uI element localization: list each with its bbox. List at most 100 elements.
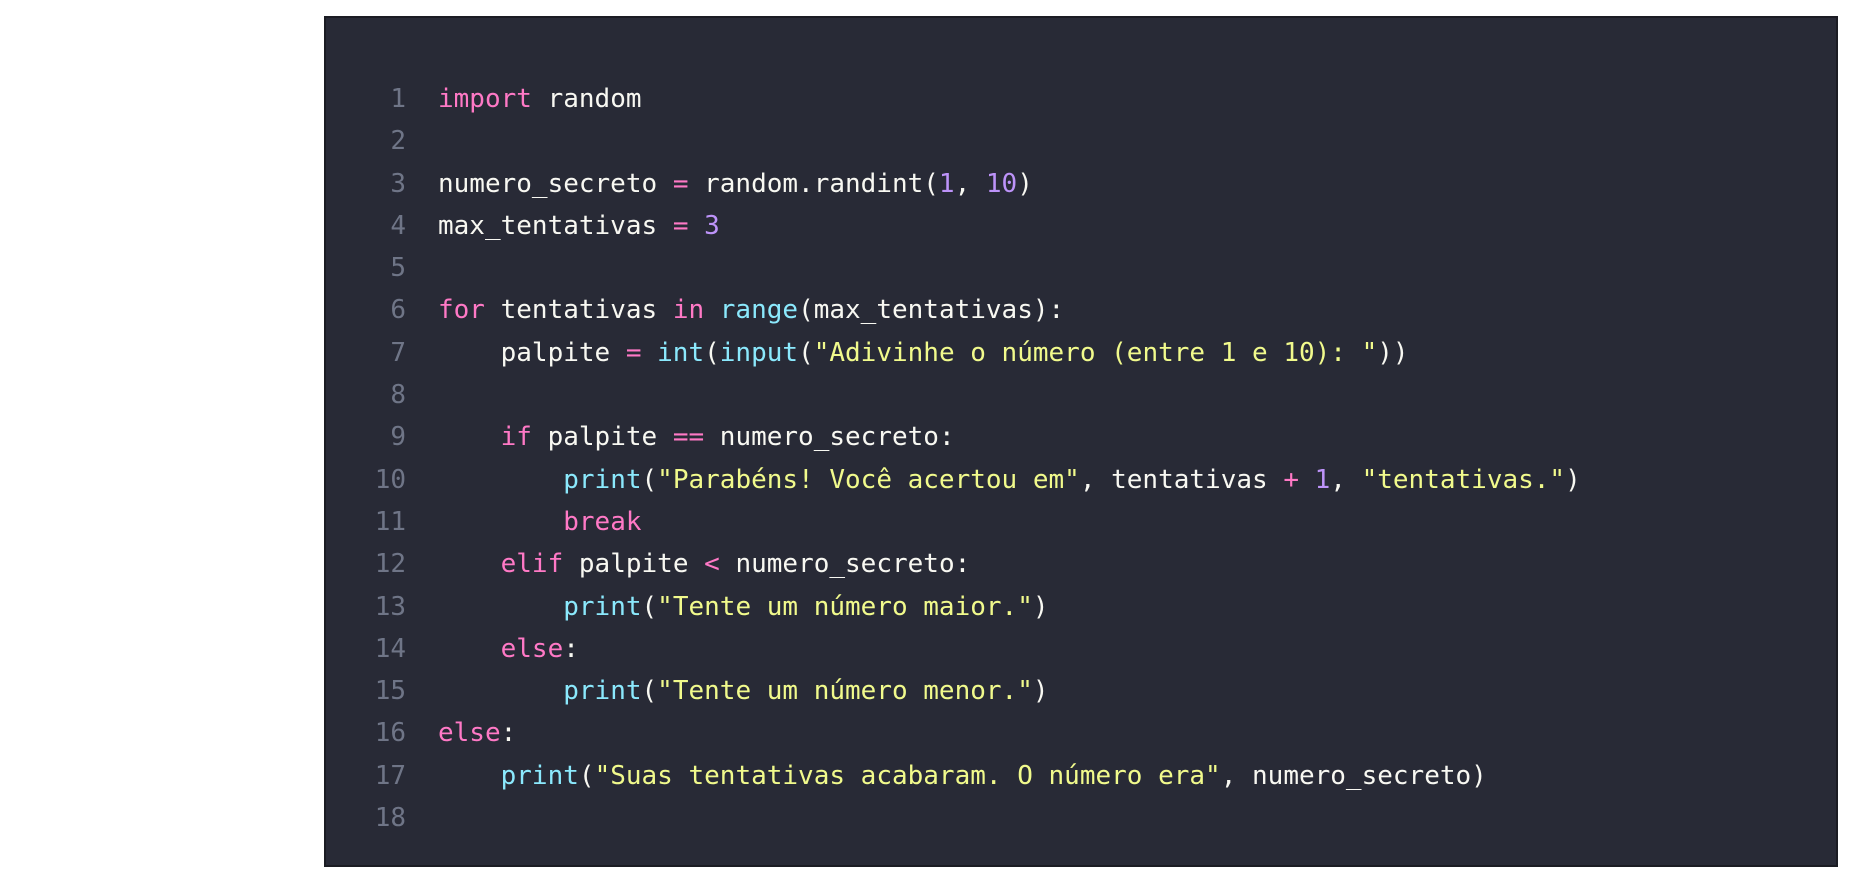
line-number: 3 [390, 168, 406, 199]
code-token-operator: < [704, 549, 720, 580]
line-number: 2 [390, 126, 406, 157]
code-line: 8 [326, 374, 1836, 416]
line-code: print("Suas tentativas acabaram. O númer… [438, 755, 1836, 797]
line-code: import random [438, 78, 1836, 120]
code-line: 2 [326, 120, 1836, 162]
code-token-builtin: print [500, 760, 579, 791]
line-code: else: [438, 628, 1836, 670]
code-token-string: "Tente um número menor." [657, 676, 1033, 707]
code-token-keyword: if [500, 422, 532, 453]
code-token-text: : [563, 633, 579, 664]
code-line: 12 elif palpite < numero_secreto: [326, 543, 1836, 585]
code-token-builtin: print [563, 591, 642, 622]
code-token-string: "Adivinhe o número (entre 1 e 10): " [813, 337, 1378, 368]
code-token-text: )) [1377, 337, 1409, 368]
code-line: 3 numero_secreto = random.randint(1, 10) [326, 163, 1836, 205]
line-code: for tentativas in range(max_tentativas): [438, 289, 1836, 331]
code-token-text: ( [641, 591, 658, 622]
code-token-builtin: input [719, 337, 799, 368]
code-token-keyword: for [438, 295, 485, 326]
line-number: 8 [390, 380, 406, 411]
code-token-text: ) [1032, 676, 1049, 707]
line-code: max_tentativas = 3 [438, 205, 1836, 247]
code-line: 10 print("Parabéns! Você acertou em", te… [326, 459, 1836, 501]
code-token-text: , [1330, 464, 1362, 495]
line-number: 14 [374, 633, 406, 664]
line-code: else: [438, 712, 1836, 754]
code-token-builtin: int [657, 337, 705, 368]
code-token-text: max_tentativas [438, 210, 673, 241]
code-token-string: "tentativas." [1361, 464, 1566, 495]
code-line: 5 [326, 247, 1836, 289]
code-token-text: numero_secreto [438, 168, 673, 199]
code-line: 16 else: [326, 712, 1836, 754]
code-token-operator: + [1283, 464, 1299, 495]
code-token-builtin: range [719, 295, 799, 326]
code-token-keyword: else [438, 718, 501, 749]
code-token-string: "Tente um número maior." [657, 591, 1033, 622]
line-code: print("Tente um número maior.") [438, 586, 1836, 628]
line-number: 17 [374, 760, 406, 791]
code-token-operator: = [672, 168, 689, 199]
code-line: 4 max_tentativas = 3 [326, 205, 1836, 247]
code-token-number: 3 [704, 210, 720, 241]
code-line: 18 [326, 797, 1836, 839]
line-number: 4 [390, 210, 406, 241]
code-token-builtin: print [563, 464, 642, 495]
code-token-text: ( [704, 337, 720, 368]
code-token-string: "Parabéns! Você acertou em" [657, 464, 1080, 495]
code-token-operator: = [672, 210, 689, 241]
code-token-text: ) [1017, 168, 1033, 199]
code-token-operator: = [625, 337, 642, 368]
code-token-text: ( [578, 760, 595, 791]
code-line: 1 import random [326, 78, 1836, 120]
line-number: 5 [390, 253, 406, 284]
code-editor-panel[interactable]: 1 import random 2 3 numero_secreto = random.… [324, 16, 1838, 867]
line-number: 9 [390, 422, 406, 453]
line-code: numero_secreto = random.randint(1, 10) [438, 163, 1836, 205]
code-token-text: random.randint( [688, 168, 939, 199]
code-line: 7 palpite = int(input("Adivinhe o número… [326, 332, 1836, 374]
code-line: 6 for tentativas in range(max_tentativas)… [326, 289, 1836, 331]
code-line: 17 print("Suas tentativas acabaram. O nú… [326, 755, 1836, 797]
code-token-text: ) [1032, 591, 1049, 622]
line-code: print("Tente um número menor.") [438, 670, 1836, 712]
line-number: 1 [390, 84, 406, 114]
code-token-text: , numero_secreto) [1220, 760, 1487, 791]
code-token-text: (max_tentativas): [798, 295, 1065, 326]
code-token-string: "Suas tentativas acabaram. O número era" [594, 760, 1221, 791]
code-token-text: palpite [438, 337, 626, 368]
code-token-keyword: break [563, 506, 642, 537]
line-number: 6 [390, 295, 406, 326]
line-number: 10 [374, 464, 406, 495]
line-code: if palpite == numero_secreto: [438, 416, 1836, 458]
line-number: 15 [374, 676, 406, 707]
line-number: 18 [374, 803, 406, 834]
line-number: 16 [374, 718, 406, 749]
code-token-text: , [954, 168, 986, 199]
code-token-number: 10 [985, 168, 1018, 199]
code-token-text: : [500, 718, 517, 749]
code-token-text: , tentativas [1079, 464, 1284, 495]
code-token-text: ( [798, 337, 814, 368]
code-lines: 1 import random 2 3 numero_secreto = random.… [326, 78, 1836, 839]
code-token-text: tentativas [484, 295, 673, 326]
code-token-number: 1 [1314, 464, 1331, 495]
code-token-text: ( [641, 464, 658, 495]
code-token-text: ) [1565, 464, 1581, 495]
code-token-text: palpite [531, 422, 673, 453]
code-line: 14 else: [326, 628, 1836, 670]
code-token-keyword: elif [500, 549, 564, 580]
code-token-keyword: in [672, 295, 705, 326]
line-number: 13 [374, 591, 406, 622]
